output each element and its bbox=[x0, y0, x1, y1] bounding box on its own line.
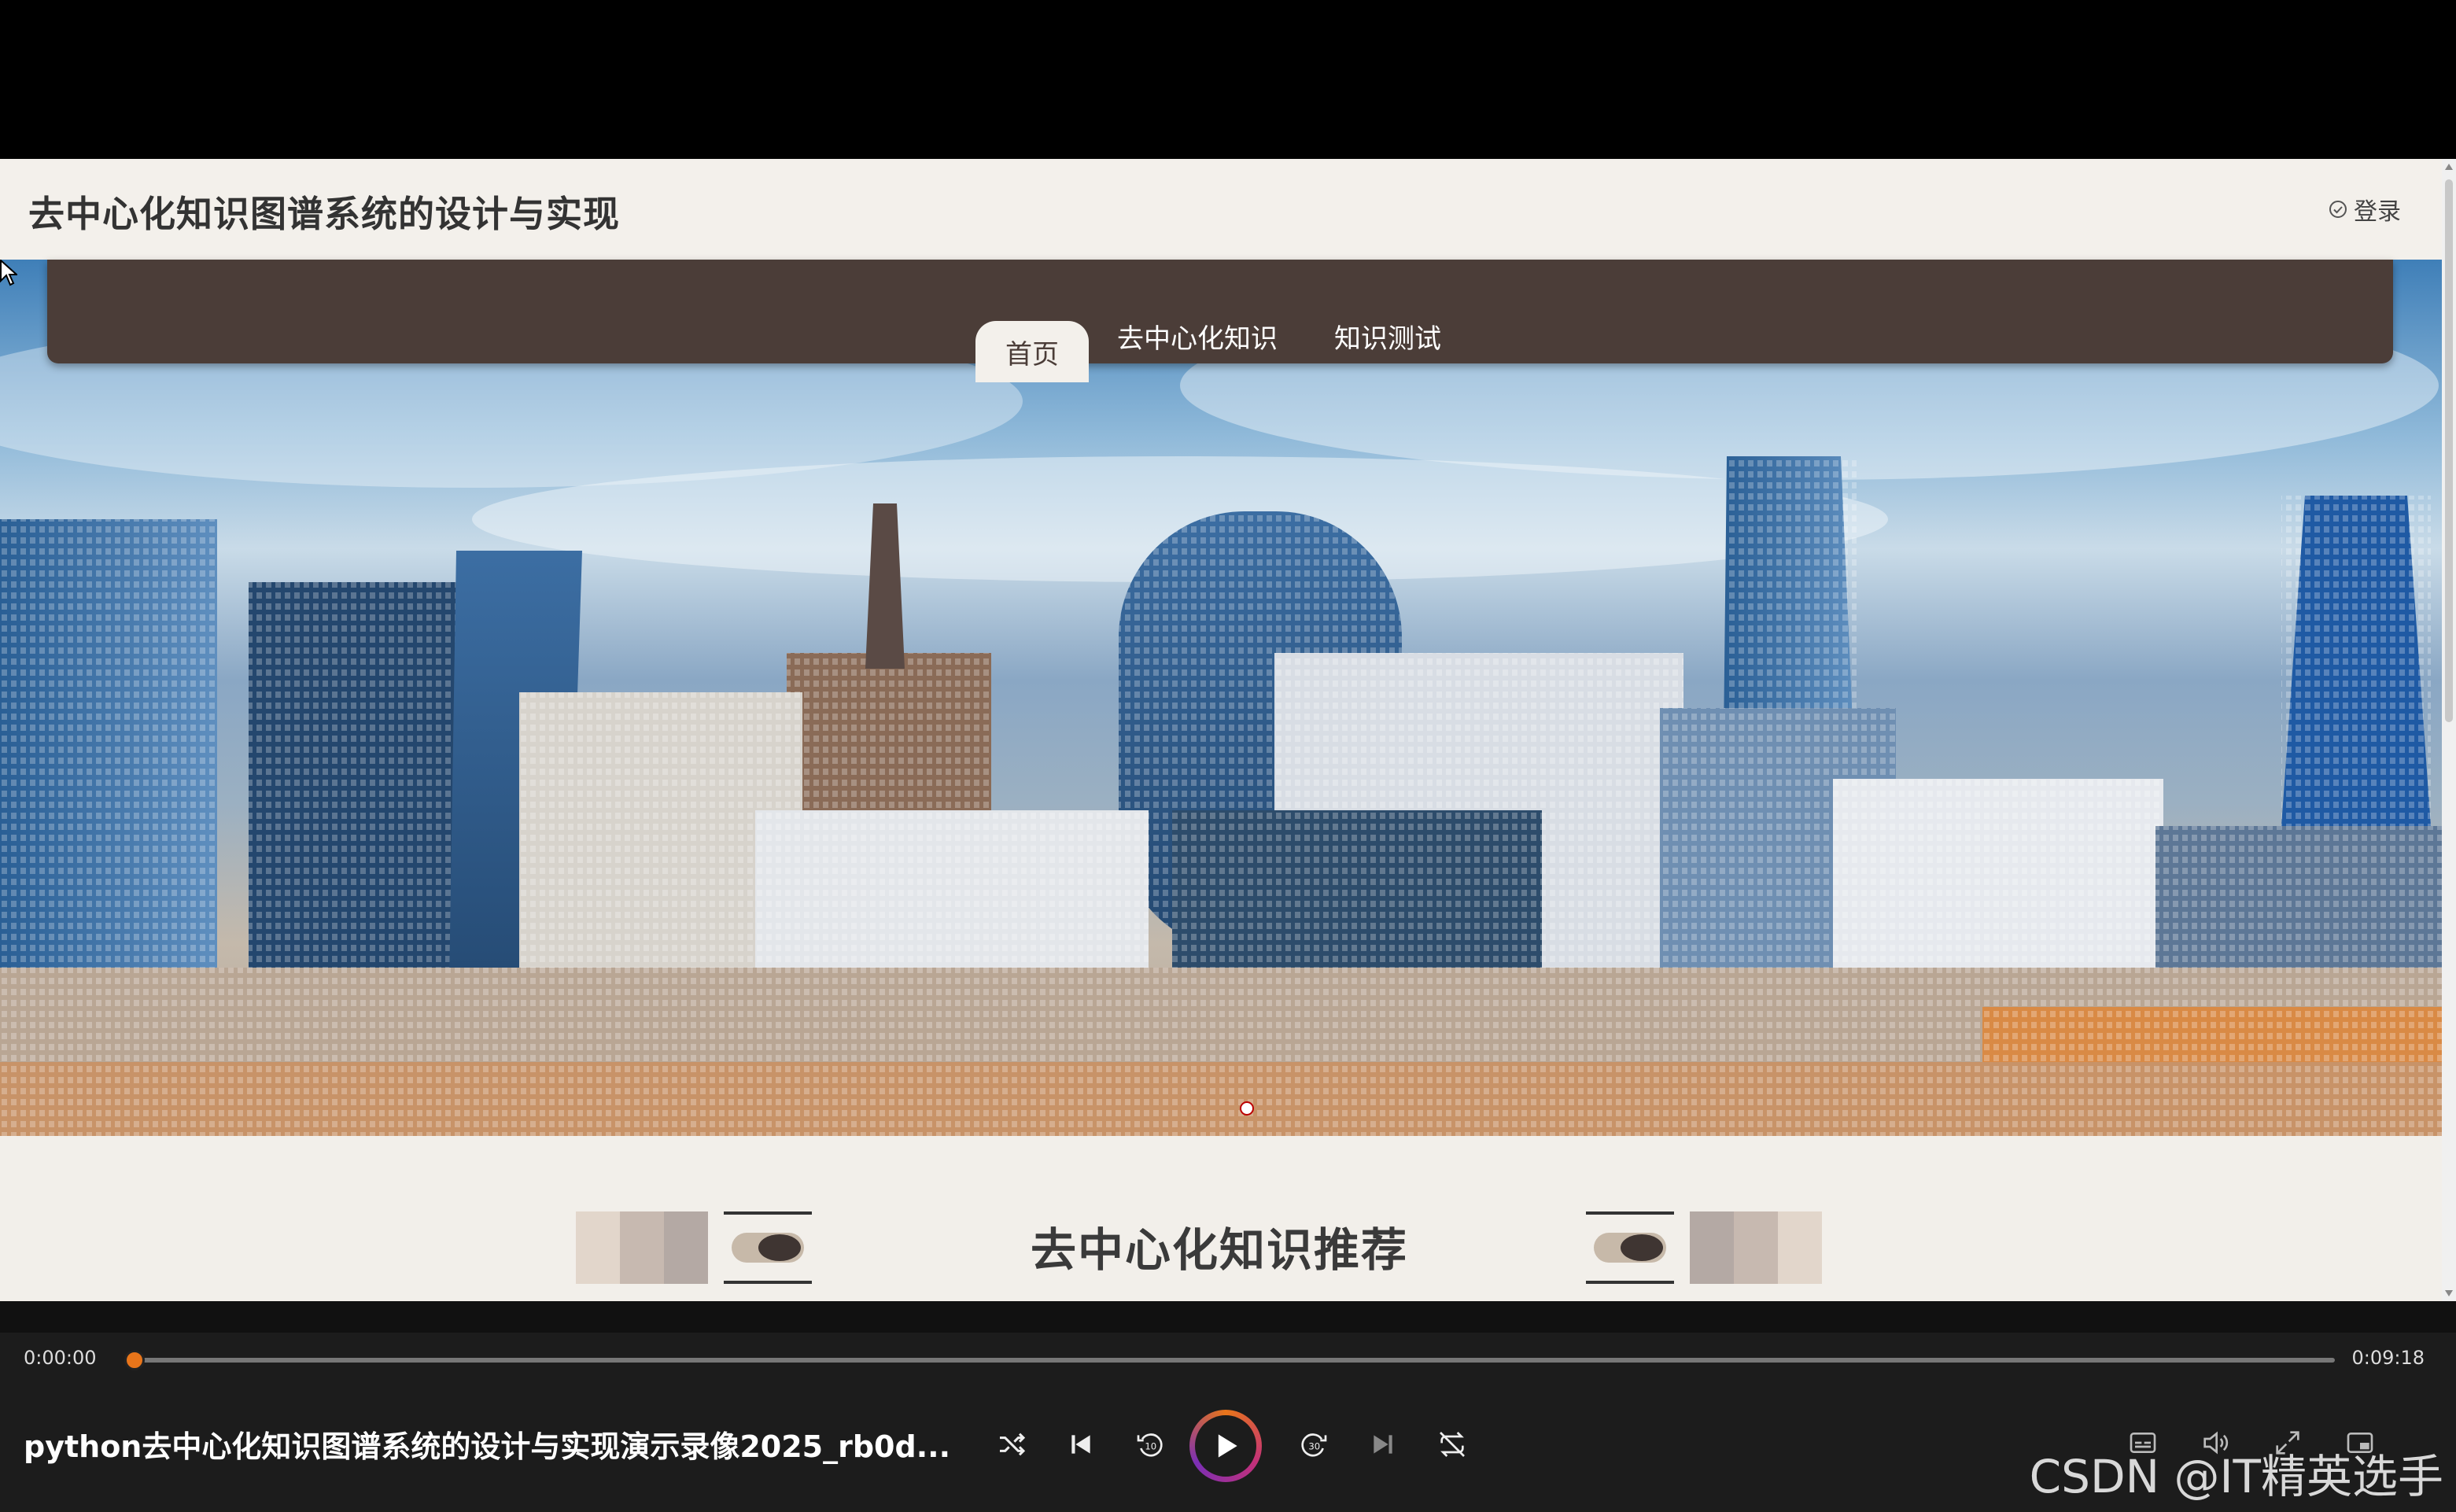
rewind-10-icon[interactable]: 10 bbox=[1133, 1427, 1167, 1462]
total-time: 0:09:18 bbox=[2351, 1347, 2425, 1369]
site-title: 去中心化知识图谱系统的设计与实现 bbox=[28, 193, 620, 235]
city-skyline-illustration bbox=[0, 291, 2442, 1136]
csdn-watermark: CSDN @IT精英选手 bbox=[2029, 1450, 2443, 1503]
nav-home[interactable]: 首页 bbox=[975, 321, 1089, 382]
scroll-thumb[interactable] bbox=[2445, 179, 2453, 722]
repeat-icon[interactable] bbox=[1435, 1427, 1470, 1462]
login-link[interactable]: 登录 bbox=[2329, 192, 2401, 227]
svg-text:30: 30 bbox=[1308, 1441, 1320, 1452]
previous-icon[interactable] bbox=[1064, 1427, 1098, 1462]
scroll-up-arrow-icon[interactable] bbox=[2445, 164, 2453, 170]
shuffle-icon[interactable] bbox=[994, 1427, 1029, 1462]
play-icon bbox=[1218, 1434, 1237, 1458]
video-title: python去中心化知识图谱系统的设计与实现演示录像2025_rb0d... bbox=[24, 1429, 951, 1464]
nav-knowledge-test[interactable]: 知识测试 bbox=[1306, 308, 1470, 363]
section-title-decoration-right bbox=[1586, 1211, 1822, 1284]
toggle-icon bbox=[1594, 1233, 1666, 1263]
scroll-down-arrow-icon[interactable] bbox=[2445, 1290, 2453, 1296]
hero-banner-image bbox=[0, 260, 2442, 1136]
forward-30-icon[interactable]: 30 bbox=[1296, 1427, 1331, 1462]
play-button[interactable] bbox=[1189, 1410, 1262, 1482]
nav-decentralized-knowledge[interactable]: 去中心化知识 bbox=[1089, 308, 1306, 363]
carousel-indicator[interactable] bbox=[1240, 1101, 1254, 1116]
webpage-frame: 去中心化知识图谱系统的设计与实现 登录 首页 去中心化知识 知识测试 去中心化知… bbox=[0, 159, 2456, 1301]
section-title-decoration-left bbox=[576, 1211, 812, 1284]
video-letterbox-top bbox=[0, 0, 2456, 159]
svg-text:10: 10 bbox=[1145, 1441, 1156, 1452]
media-player-bar: 0:00:00 0:09:18 python去中心化知识图谱系统的设计与实现演示… bbox=[0, 1301, 2456, 1512]
seek-handle[interactable] bbox=[124, 1350, 145, 1370]
recommendation-section: 去中心化知识推荐 bbox=[0, 1136, 2442, 1301]
toggle-icon bbox=[732, 1233, 804, 1263]
site-header: 去中心化知识图谱系统的设计与实现 登录 bbox=[0, 159, 2442, 260]
section-title: 去中心化知识推荐 bbox=[1031, 1223, 1409, 1277]
next-icon[interactable] bbox=[1366, 1427, 1400, 1462]
login-label: 登录 bbox=[2354, 198, 2401, 226]
current-time: 0:00:00 bbox=[24, 1347, 97, 1369]
mouse-cursor-icon bbox=[0, 260, 17, 286]
seek-bar[interactable] bbox=[132, 1358, 2335, 1363]
page-scrollbar[interactable] bbox=[2442, 159, 2456, 1301]
main-navigation: 首页 去中心化知识 知识测试 bbox=[47, 260, 2393, 382]
check-circle-icon bbox=[2329, 201, 2347, 218]
